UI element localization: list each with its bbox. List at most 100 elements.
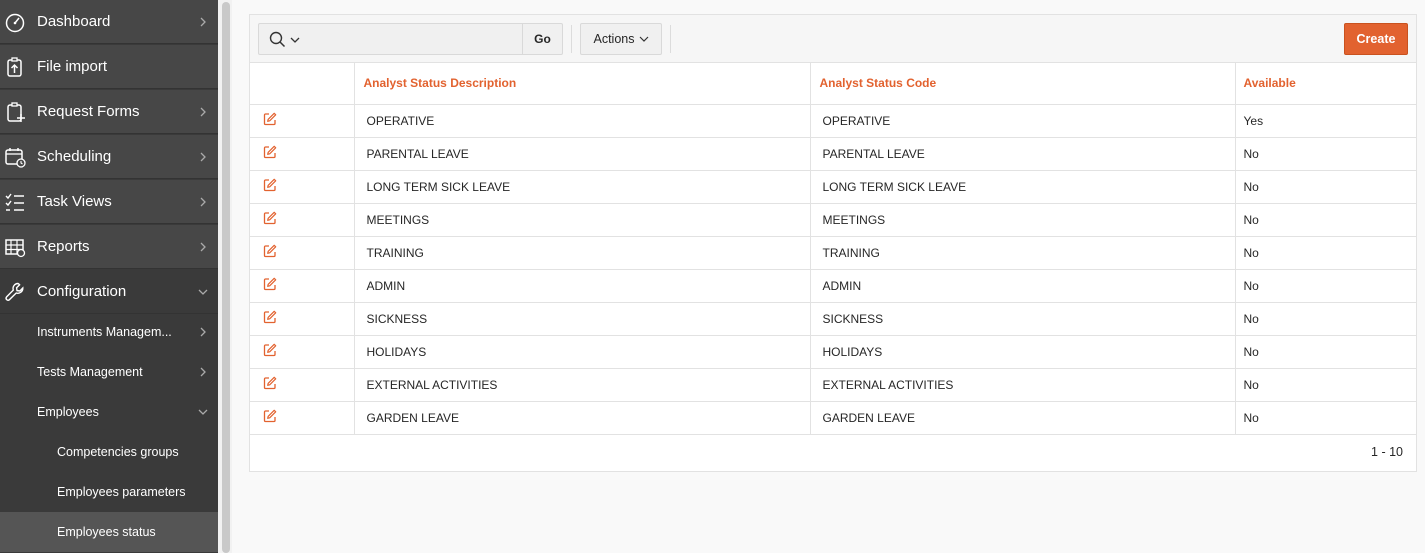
edit-cell — [250, 236, 355, 270]
cell-description: GARDEN LEAVE — [354, 401, 811, 435]
table-row: PARENTAL LEAVE PARENTAL LEAVE No — [250, 137, 1416, 171]
edit-cell — [250, 104, 355, 138]
edit-icon[interactable] — [263, 145, 277, 159]
cell-code: EXTERNAL ACTIVITIES — [810, 368, 1236, 402]
sidebar-item-dashboard[interactable]: Dashboard — [0, 0, 218, 44]
sidebar: Dashboard File import Request Forms Sche… — [0, 0, 218, 553]
cell-description: SICKNESS — [354, 302, 811, 336]
wrench-icon — [5, 282, 24, 301]
table-row: EXTERNAL ACTIVITIES EXTERNAL ACTIVITIES No — [250, 368, 1416, 402]
sidebar-item-configuration[interactable]: Configuration — [0, 270, 218, 314]
cell-available: No — [1235, 269, 1416, 303]
chevron-down-icon — [290, 37, 300, 43]
edit-cell — [250, 137, 355, 171]
chevron-right-icon — [200, 107, 206, 117]
chevron-right-icon — [200, 367, 206, 377]
cell-description: LONG TERM SICK LEAVE — [354, 170, 811, 204]
actions-button-label: Actions — [593, 32, 635, 46]
column-header-code[interactable]: Analyst Status Code — [810, 63, 1236, 105]
edit-cell — [250, 170, 355, 204]
cell-description: EXTERNAL ACTIVITIES — [354, 368, 811, 402]
table-row: TRAINING TRAINING No — [250, 236, 1416, 270]
sidebar-subitem-competencies-groups[interactable]: Competencies groups — [0, 432, 218, 472]
search-column-selector[interactable] — [258, 23, 314, 55]
cell-available: No — [1235, 368, 1416, 402]
pagination-range: 1 - 10 — [1371, 445, 1403, 459]
sidebar-subitem-employees-parameters[interactable]: Employees parameters — [0, 472, 218, 512]
column-header-description[interactable]: Analyst Status Description — [354, 63, 811, 105]
table-row: MEETINGS MEETINGS No — [250, 203, 1416, 237]
table-row: OPERATIVE OPERATIVE Yes — [250, 104, 1416, 138]
cell-description: OPERATIVE — [354, 104, 811, 138]
cell-code: TRAINING — [810, 236, 1236, 270]
sidebar-item-label: Configuration — [37, 283, 127, 300]
sidebar-item-file-import[interactable]: File import — [0, 45, 218, 89]
cell-description: MEETINGS — [354, 203, 811, 237]
sidebar-item-task-views[interactable]: Task Views — [0, 180, 218, 224]
report-panel: Go Actions Create Analyst Status Descrip… — [249, 14, 1417, 472]
create-button[interactable]: Create — [1344, 23, 1408, 55]
edit-cell — [250, 368, 355, 402]
search-input[interactable] — [313, 23, 523, 55]
cell-available: Yes — [1235, 104, 1416, 138]
request-forms-icon — [7, 102, 25, 122]
chevron-right-icon — [200, 197, 206, 207]
edit-icon[interactable] — [263, 277, 277, 291]
table-header-row: Analyst Status Description Analyst Statu… — [250, 63, 1416, 105]
edit-icon[interactable] — [263, 178, 277, 192]
cell-available: No — [1235, 401, 1416, 435]
table-row: HOLIDAYS HOLIDAYS No — [250, 335, 1416, 369]
sidebar-item-label: Employees — [37, 405, 99, 419]
edit-icon[interactable] — [263, 244, 277, 258]
edit-cell — [250, 401, 355, 435]
sidebar-item-reports[interactable]: Reports — [0, 225, 218, 269]
column-header-available[interactable]: Available — [1235, 63, 1416, 105]
sidebar-subitem-tests-management[interactable]: Tests Management — [0, 352, 218, 392]
sidebar-item-label: Scheduling — [37, 148, 112, 165]
cell-code: ADMIN — [810, 269, 1236, 303]
column-header-edit — [250, 63, 355, 105]
chevron-down-icon — [198, 289, 208, 295]
edit-icon[interactable] — [263, 112, 277, 126]
cell-description: PARENTAL LEAVE — [354, 137, 811, 171]
edit-icon[interactable] — [263, 310, 277, 324]
sidebar-item-request-forms[interactable]: Request Forms — [0, 90, 218, 134]
chevron-down-icon — [198, 409, 208, 415]
edit-cell — [250, 269, 355, 303]
sidebar-item-label: Instruments Managem... — [37, 325, 172, 339]
cell-available: No — [1235, 170, 1416, 204]
chevron-right-icon — [200, 327, 206, 337]
status-table: Analyst Status Description Analyst Statu… — [250, 63, 1416, 435]
cell-description: ADMIN — [354, 269, 811, 303]
edit-icon[interactable] — [263, 211, 277, 225]
sidebar-subitem-employees-status[interactable]: Employees status — [0, 512, 218, 552]
table-row: LONG TERM SICK LEAVE LONG TERM SICK LEAVE… — [250, 170, 1416, 204]
go-button[interactable]: Go — [522, 23, 563, 55]
sidebar-item-label: Task Views — [37, 193, 112, 210]
chevron-right-icon — [200, 17, 206, 27]
sidebar-item-label: Request Forms — [37, 103, 140, 120]
toolbar-divider — [571, 25, 572, 53]
table-row: GARDEN LEAVE GARDEN LEAVE No — [250, 401, 1416, 435]
edit-icon[interactable] — [263, 376, 277, 390]
search-icon — [269, 31, 286, 48]
cell-code: HOLIDAYS — [810, 335, 1236, 369]
file-import-icon — [7, 57, 22, 77]
edit-icon[interactable] — [263, 409, 277, 423]
edit-cell — [250, 302, 355, 336]
cell-code: MEETINGS — [810, 203, 1236, 237]
sidebar-subitem-employees[interactable]: Employees — [0, 392, 218, 432]
toolbar: Go Actions Create — [250, 15, 1416, 63]
cell-available: No — [1235, 302, 1416, 336]
reports-icon — [5, 239, 26, 258]
sidebar-item-label: Tests Management — [37, 365, 143, 379]
sidebar-scrollbar-thumb[interactable] — [222, 2, 230, 553]
edit-icon[interactable] — [263, 343, 277, 357]
edit-cell — [250, 335, 355, 369]
actions-button[interactable]: Actions — [580, 23, 662, 55]
cell-code: SICKNESS — [810, 302, 1236, 336]
cell-code: OPERATIVE — [810, 104, 1236, 138]
sidebar-item-scheduling[interactable]: Scheduling — [0, 135, 218, 179]
sidebar-subitem-instruments-management[interactable]: Instruments Managem... — [0, 312, 218, 352]
cell-available: No — [1235, 236, 1416, 270]
